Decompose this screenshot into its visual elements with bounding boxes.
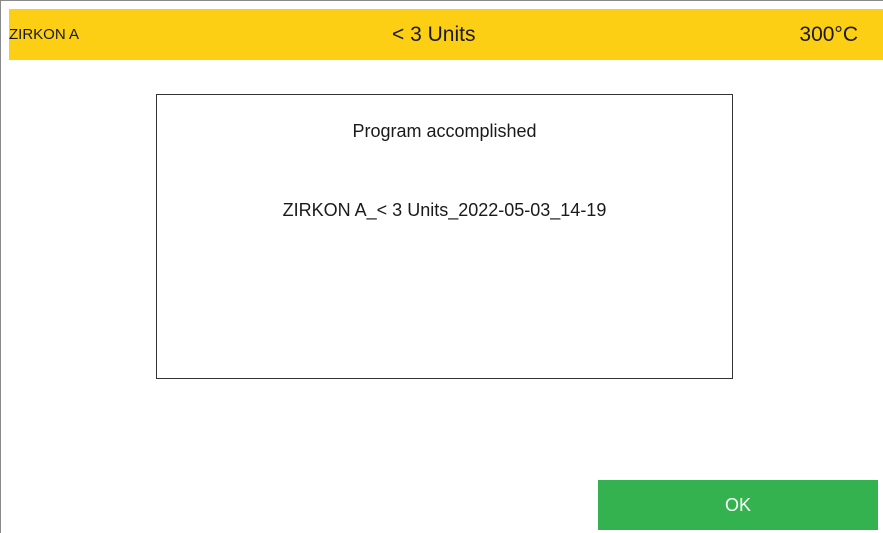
furnace-screen: ZIRKON A < 3 Units 300°C Program accompl…: [0, 0, 883, 533]
frame-border-left: [0, 0, 1, 533]
ok-button[interactable]: OK: [598, 480, 878, 530]
dialog-title: Program accomplished: [352, 121, 537, 141]
completion-dialog: Program accomplished ZIRKON A_< 3 Units_…: [156, 94, 733, 379]
status-header: ZIRKON A < 3 Units 300°C: [9, 9, 883, 60]
material-label: ZIRKON A: [9, 26, 80, 43]
program-label: < 3 Units: [392, 23, 476, 46]
frame-border-top: [0, 0, 883, 1]
temperature-readout: 300°C: [799, 23, 858, 46]
completed-program-name: ZIRKON A_< 3 Units_2022-05-03_14-19: [282, 200, 607, 220]
